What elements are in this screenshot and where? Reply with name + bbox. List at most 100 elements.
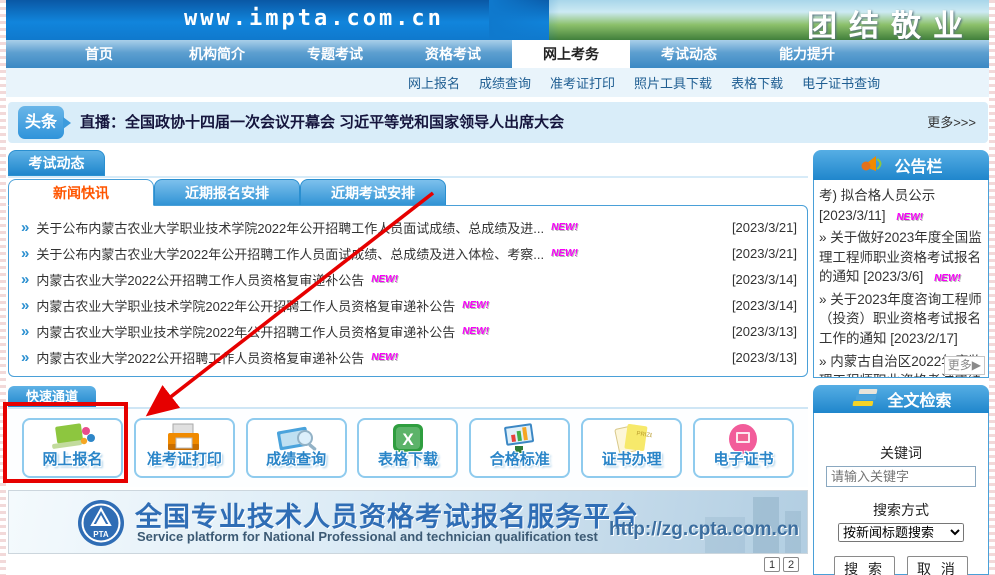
tab-recent-registration[interactable]: 近期报名安排 — [154, 179, 300, 206]
books-icon — [850, 386, 878, 413]
qc-label: 网上报名 — [24, 448, 121, 469]
search-header: 全文检索 — [813, 385, 989, 413]
news-link[interactable]: 内蒙古农业大学2022公开招聘工作人员资格复审递补公告 — [36, 270, 364, 289]
exam-news-panel-title[interactable]: 考试动态 — [8, 150, 105, 176]
subnav-photo-tool-download[interactable]: 照片工具下载 — [634, 73, 712, 92]
subnav-online-registration[interactable]: 网上报名 — [408, 73, 460, 92]
nav-item-special-exam[interactable]: 专题考试 — [276, 40, 394, 68]
announcement-title: 公告栏 — [894, 153, 942, 177]
megaphone-icon — [859, 153, 885, 178]
banner-page-1-button[interactable]: 1 — [764, 557, 780, 572]
qc-online-registration-button[interactable]: 网上报名 — [22, 418, 123, 478]
announcement-panel: 公告栏 考) 拟合格人员公示 [2023/3/11] NEW! » 关于做好20… — [813, 150, 989, 378]
top-banner: 团结敬业 www.impta.com.cn — [6, 0, 989, 40]
new-badge: NEW! — [551, 222, 578, 233]
qc-e-certificate-button[interactable]: 电子证书 — [693, 418, 794, 478]
announcement-link[interactable]: » 关于做好2023年度全国监理工程师职业资格考试报名的通知 [2023/3/6… — [819, 228, 983, 287]
headline-more-link[interactable]: 更多>>> — [927, 102, 976, 143]
search-title: 全文检索 — [887, 387, 951, 411]
keyword-input[interactable] — [826, 466, 976, 487]
nav-item-home[interactable]: 首页 — [40, 40, 158, 68]
news-link[interactable]: 内蒙古农业大学职业技术学院2022年公开招聘工作人员资格复审递补公告 — [36, 296, 455, 315]
double-arrow-icon: » — [21, 349, 29, 366]
nav-item-online-exam-affairs[interactable]: 网上考务 — [512, 40, 630, 68]
qc-label: 合格标准 — [471, 448, 568, 469]
search-buttons: 搜 索 取 消 — [814, 556, 988, 575]
nav-item-about[interactable]: 机构简介 — [158, 40, 276, 68]
cancel-button[interactable]: 取 消 — [907, 556, 968, 575]
subnav-ecert-query[interactable]: 电子证书查询 — [802, 73, 880, 92]
headline-link[interactable]: 直播：全国政协十四届一次会议开幕会 习近平等党和国家领导人出席大会 — [80, 102, 564, 143]
double-arrow-icon: » — [21, 323, 29, 340]
announcement-header: 公告栏 — [813, 150, 989, 180]
pta-logo: PTA — [77, 499, 125, 552]
subnav-form-download[interactable]: 表格下载 — [731, 73, 783, 92]
banner-subtitle: Service platform for National Profession… — [137, 529, 598, 544]
cpta-platform-banner[interactable]: PTA 全国专业技术人员资格考试报名服务平台 Service platform … — [8, 490, 808, 554]
news-date: [2023/3/21] — [732, 246, 797, 261]
announcement-link[interactable]: 考) 拟合格人员公示 [2023/3/11] NEW! — [819, 186, 983, 225]
quick-channel: 网上报名 准考证打印 成绩查询 X 表格下载 合格标准 — [8, 407, 808, 487]
banner-page-2-button[interactable]: 2 — [783, 557, 799, 572]
qc-score-query-button[interactable]: 成绩查询 — [246, 418, 347, 478]
new-badge: NEW! — [371, 352, 398, 363]
headline-strip: 头条 直播：全国政协十四届一次会议开幕会 习近平等党和国家领导人出席大会 更多>… — [8, 102, 988, 143]
news-row: » 内蒙古农业大学职业技术学院2022年公开招聘工作人员资格复审递补公告 NEW… — [21, 318, 797, 344]
sub-nav: 网上报名 成绩查询 准考证打印 照片工具下载 表格下载 电子证书查询 — [6, 68, 989, 97]
qc-pass-standard-button[interactable]: 合格标准 — [469, 418, 570, 478]
news-row: » 内蒙古农业大学2022公开招聘工作人员资格复审递补公告 NEW! [2023… — [21, 266, 797, 292]
new-badge: NEW! — [371, 274, 398, 285]
qc-label: 表格下载 — [359, 448, 456, 469]
site-url: www.impta.com.cn — [184, 6, 444, 31]
search-mode-select[interactable]: 按新闻标题搜索 — [838, 523, 964, 542]
search-panel: 全文检索 关键词 搜索方式 按新闻标题搜索 搜 索 取 消 — [813, 385, 989, 575]
keyword-label: 关键词 — [814, 443, 988, 463]
news-date: [2023/3/13] — [732, 324, 797, 339]
nav-item-qualification-exam[interactable]: 资格考试 — [394, 40, 512, 68]
tab-news-flash[interactable]: 新闻快讯 — [8, 179, 154, 206]
qc-label: 证书办理 — [583, 448, 680, 469]
new-badge: NEW! — [551, 248, 578, 259]
qc-label: 电子证书 — [695, 448, 792, 469]
news-date: [2023/3/14] — [732, 272, 797, 287]
nav-item-exam-news[interactable]: 考试动态 — [630, 40, 748, 68]
double-arrow-icon: » — [21, 297, 29, 314]
main-nav: 首页 机构简介 专题考试 资格考试 网上考务 考试动态 能力提升 — [6, 40, 989, 68]
quick-channel-title: 快速通道 — [8, 386, 96, 407]
svg-text:X: X — [402, 430, 414, 449]
news-link[interactable]: 内蒙古农业大学2022公开招聘工作人员资格复审递补公告 — [36, 348, 364, 367]
qc-label: 准考证打印 — [136, 448, 233, 469]
tab-recent-exams[interactable]: 近期考试安排 — [300, 179, 446, 206]
search-mode-label: 搜索方式 — [814, 500, 988, 520]
news-row: » 关于公布内蒙古农业大学职业技术学院2022年公开招聘工作人员面试成绩、总成绩… — [21, 214, 797, 240]
announcement-more-link[interactable]: 更多▶ — [944, 356, 985, 375]
qc-certificate-service-button[interactable]: PRIZE 证书办理 — [581, 418, 682, 478]
news-link[interactable]: 内蒙古农业大学职业技术学院2022年公开招聘工作人员资格复审递补公告 — [36, 322, 455, 341]
search-button[interactable]: 搜 索 — [834, 556, 895, 575]
announcement-list: 考) 拟合格人员公示 [2023/3/11] NEW! » 关于做好2023年度… — [813, 180, 989, 378]
new-badge: NEW! — [934, 273, 961, 284]
new-badge: NEW! — [462, 300, 489, 311]
svg-text:PTA: PTA — [93, 530, 109, 539]
news-row: » 内蒙古农业大学2022公开招聘工作人员资格复审递补公告 NEW! [2023… — [21, 344, 797, 370]
news-list: » 关于公布内蒙古农业大学职业技术学院2022年公开招聘工作人员面试成绩、总成绩… — [8, 205, 808, 377]
new-badge: NEW! — [896, 212, 923, 223]
banner-slogan: 团结敬业 — [807, 1, 975, 45]
double-arrow-icon: » — [21, 245, 29, 262]
qc-form-download-button[interactable]: X 表格下载 — [357, 418, 458, 478]
nav-item-ability[interactable]: 能力提升 — [748, 40, 866, 68]
subnav-ticket-print[interactable]: 准考证打印 — [550, 73, 615, 92]
news-date: [2023/3/21] — [732, 220, 797, 235]
banner-url: http://zg.cpta.com.cn — [609, 519, 799, 541]
subnav-score-query[interactable]: 成绩查询 — [479, 73, 531, 92]
right-edge-decoration — [989, 0, 995, 575]
qc-ticket-print-button[interactable]: 准考证打印 — [134, 418, 235, 478]
news-row: » 内蒙古农业大学职业技术学院2022年公开招聘工作人员资格复审递补公告 NEW… — [21, 292, 797, 318]
divider — [8, 176, 808, 178]
double-arrow-icon: » — [21, 271, 29, 288]
news-link[interactable]: 关于公布内蒙古农业大学职业技术学院2022年公开招聘工作人员面试成绩、总成绩及进… — [36, 218, 544, 237]
page: 团结敬业 www.impta.com.cn 首页 机构简介 专题考试 资格考试 … — [0, 0, 995, 575]
news-link[interactable]: 关于公布内蒙古农业大学2022年公开招聘工作人员面试成绩、总成绩及进入体检、考察… — [36, 244, 544, 263]
news-tabs: 新闻快讯 近期报名安排 近期考试安排 — [8, 179, 808, 206]
announcement-link[interactable]: » 关于2023年度咨询工程师（投资）职业资格考试报名工作的通知 [2023/2… — [819, 290, 983, 349]
